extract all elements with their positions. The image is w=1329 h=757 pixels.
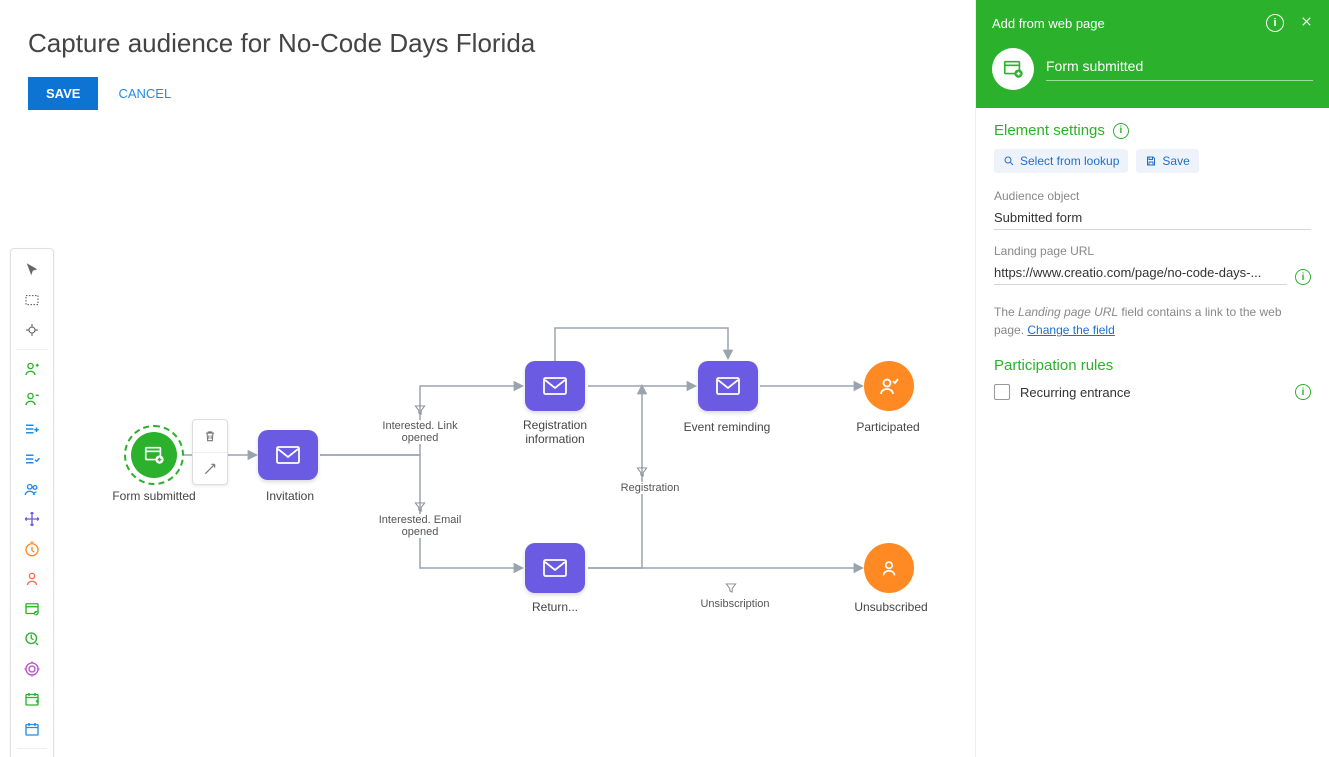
landing-url-helper: The Landing page URL field contains a li… (994, 303, 1311, 339)
node-registration-info[interactable] (525, 361, 585, 411)
audience-object-label: Audience object (994, 189, 1311, 203)
edge-label: Interested. Email opened (370, 514, 470, 538)
node-form-submitted[interactable] (124, 425, 184, 485)
info-icon[interactable]: i (1113, 123, 1129, 139)
panel-header: Add from web page i Form submitted (976, 0, 1329, 108)
node-label: Registration information (505, 418, 605, 446)
select-from-lookup-button[interactable]: Select from lookup (994, 149, 1128, 173)
node-label: Event reminding (672, 420, 782, 434)
info-icon[interactable]: i (1295, 384, 1311, 400)
element-type-icon (992, 48, 1034, 90)
node-unsubscribed[interactable] (864, 543, 914, 593)
panel-title: Add from web page (992, 16, 1105, 31)
section-title-text: Element settings (994, 122, 1105, 139)
edge-label: Registration (610, 482, 690, 494)
filter-icon[interactable] (413, 403, 427, 417)
section-title-text: Participation rules (994, 357, 1113, 374)
node-toolbar (192, 419, 228, 485)
node-invitation[interactable] (258, 430, 318, 480)
diagram-canvas[interactable]: Interested. Link opened Interested. Emai… (0, 228, 975, 757)
save-button[interactable]: SAVE (28, 77, 98, 110)
node-label: Unsubscribed (846, 600, 936, 614)
delete-node-icon[interactable] (193, 420, 227, 452)
node-label: Return... (520, 600, 590, 614)
landing-url-field[interactable]: https://www.creatio.com/page/no-code-day… (994, 261, 1287, 285)
filter-icon[interactable] (413, 500, 427, 514)
recurring-entrance-label: Recurring entrance (1020, 385, 1131, 400)
node-event-reminding[interactable] (698, 361, 758, 411)
helper-em: Landing page URL (1018, 305, 1118, 319)
audience-object-field[interactable]: Submitted form (994, 206, 1311, 230)
edge-label: Unsibscription (685, 598, 785, 610)
node-label: Form submitted (104, 489, 204, 503)
properties-panel: Add from web page i Form submitted Eleme… (975, 0, 1329, 757)
section-element-settings: Element settings i (994, 122, 1311, 139)
filter-icon[interactable] (724, 581, 738, 595)
close-icon[interactable] (1300, 15, 1313, 31)
filter-icon[interactable] (635, 465, 649, 479)
info-icon[interactable]: i (1266, 14, 1284, 32)
edge-label: Interested. Link opened (370, 420, 470, 444)
section-participation-rules: Participation rules (994, 357, 1311, 374)
cancel-button[interactable]: CANCEL (118, 86, 171, 101)
chip-label: Save (1162, 154, 1189, 168)
node-label: Invitation (240, 489, 340, 503)
landing-url-label: Landing page URL (994, 244, 1311, 258)
helper-text: The (994, 305, 1018, 319)
connect-node-icon[interactable] (193, 452, 227, 484)
recurring-entrance-checkbox[interactable] (994, 384, 1010, 400)
save-chip-button[interactable]: Save (1136, 149, 1198, 173)
change-field-link[interactable]: Change the field (1027, 323, 1114, 337)
info-icon[interactable]: i (1295, 269, 1311, 285)
chip-label: Select from lookup (1020, 154, 1119, 168)
node-return[interactable] (525, 543, 585, 593)
node-participated[interactable] (864, 361, 914, 411)
element-name-input[interactable]: Form submitted (1046, 58, 1313, 81)
node-label: Participated (848, 420, 928, 434)
